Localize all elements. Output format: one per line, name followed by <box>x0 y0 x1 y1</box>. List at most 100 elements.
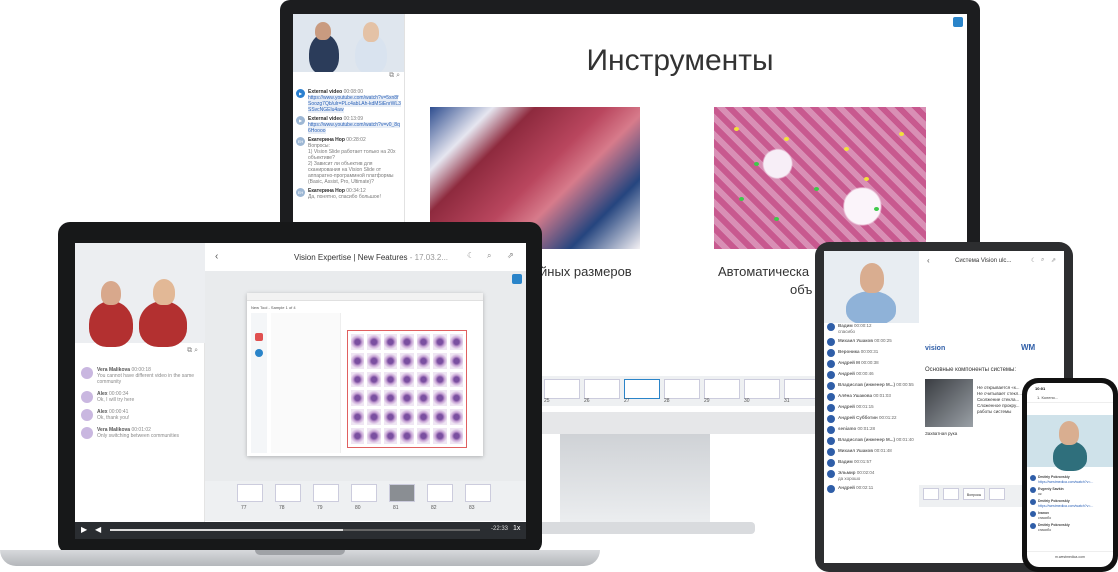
thumb-number: 80 <box>355 505 361 511</box>
browser-url-bar[interactable]: m.westmedica.com <box>1027 551 1113 561</box>
slide-thumbnail[interactable] <box>584 379 620 399</box>
slide-thumbnail[interactable] <box>351 484 377 502</box>
search-icon[interactable]: ⌕ <box>194 347 198 354</box>
volume-icon[interactable]: ◀ <box>95 525 101 534</box>
copy-icon[interactable]: ⧉ <box>389 72 394 79</box>
webinar-video[interactable] <box>293 14 404 72</box>
slide-thumbnail[interactable] <box>427 484 453 502</box>
slide-thumbnail[interactable] <box>544 379 580 399</box>
slide-title: Инструменты <box>586 44 774 77</box>
help-icon[interactable] <box>255 349 263 357</box>
chat-author: Вадим <box>838 459 853 464</box>
chat-author: Эльмир <box>838 470 856 475</box>
chat-author: Андрей <box>838 371 855 376</box>
chat-link[interactable]: https://www.youtube.com/watch?v=v0_8q6Ho… <box>308 122 400 134</box>
chat-text: Ok, I will try here <box>97 397 135 403</box>
chat-author: Ivanov <box>1038 511 1050 515</box>
thumb-number: 79 <box>317 505 323 511</box>
chat-message: Dmitriy Pokrovskiy https://westmedica.com… <box>1030 475 1110 484</box>
thumb-number: 77 <box>241 505 247 511</box>
theme-icon[interactable]: ☾ <box>1031 257 1036 264</box>
fullscreen-icon[interactable] <box>512 274 522 284</box>
chat-text: спасибо <box>838 329 856 334</box>
chat-link[interactable]: https://westmedica.com/watch?v=... <box>1038 504 1093 508</box>
slide-thumbnail[interactable] <box>923 488 939 500</box>
chat-message: ЕН Екатерина Нор 00:34:12 Да, понятно, сп… <box>296 188 401 200</box>
chat-time: 00:01:57 <box>853 459 872 464</box>
play-icon[interactable]: ▶ <box>81 525 87 534</box>
slide-cell-grid <box>347 330 467 448</box>
chat-author: Dmitriy Pokrovskiy <box>1038 499 1070 503</box>
search-icon[interactable]: ⌕ <box>1041 257 1044 264</box>
chat-link[interactable]: https://www.youtube.com/watch?v=5xn8fSoo… <box>308 95 401 113</box>
chat-message: ▶ External video 00:13:09 https://www.you… <box>296 116 401 134</box>
search-icon[interactable]: ⌕ <box>487 251 491 261</box>
chat-tools: ⧉ ⌕ <box>293 72 404 86</box>
thumb-number: 81 <box>393 505 399 511</box>
chat-author: Вадим <box>838 323 853 328</box>
copy-icon[interactable]: ⧉ <box>187 347 192 354</box>
chat-author: Владислав (инженер M...) <box>838 382 895 387</box>
user-avatar <box>81 427 93 439</box>
chat-link[interactable]: https://westmedica.com/watch?v=... <box>1038 480 1093 484</box>
webinar-video[interactable] <box>1027 415 1113 471</box>
slide-thumbnail[interactable] <box>664 379 700 399</box>
slide-thumbnail[interactable] <box>465 484 491 502</box>
chat-author: Андрей М <box>838 360 860 365</box>
webinar-video[interactable] <box>824 251 919 325</box>
slide-thumbnail[interactable] <box>744 379 780 399</box>
chat-author: Dmitriy Pokrovskiy <box>1038 523 1070 527</box>
chat-text: спасибо <box>1038 527 1052 532</box>
chat-time: 00:02:11 <box>856 485 874 490</box>
histology-image-right <box>714 107 926 249</box>
slide-heading: Основные компоненты системы: <box>925 367 1017 373</box>
back-icon[interactable]: ‹ <box>927 256 930 265</box>
slide-thumbnail[interactable]: Вопросы <box>963 488 985 500</box>
slide-thumbnail[interactable] <box>943 488 959 500</box>
video-icon: ▶ <box>296 89 305 98</box>
chat-text: спасибо <box>1038 515 1052 520</box>
slide-thumbnail[interactable] <box>237 484 263 502</box>
thumb-number: 30 <box>744 398 750 404</box>
slide-thumbnail[interactable] <box>389 484 415 502</box>
chat-author: Алёна Ушакова <box>838 393 873 398</box>
tool-icon[interactable] <box>255 333 263 341</box>
search-icon[interactable]: ⌕ <box>396 72 400 79</box>
slide-thumbnail[interactable] <box>704 379 740 399</box>
speed-button[interactable]: 1x <box>513 525 520 532</box>
chat-time: 00:28:02 <box>346 137 366 143</box>
slide-thumbnail[interactable] <box>989 488 1005 500</box>
share-icon[interactable]: ⇗ <box>1051 257 1056 264</box>
vision-logo: vision <box>925 345 946 352</box>
slide-thumbnail[interactable] <box>313 484 339 502</box>
chat-message: Evgeniy Savkin ок <box>1030 487 1110 496</box>
speaker-avatar <box>89 301 133 347</box>
theme-icon[interactable]: ☾ <box>467 251 474 260</box>
title-text: Vision Expertise | New Features <box>294 253 408 262</box>
chat-time: 00:01:15 <box>856 404 874 409</box>
chat-text: Да, понятно, спасибо большое! <box>308 194 381 200</box>
share-icon[interactable]: ⇗ <box>507 251 514 260</box>
thumb-number: 28 <box>664 398 670 404</box>
status-time: 10:01 <box>1035 386 1046 391</box>
bullet-item: работы системы <box>977 409 1012 414</box>
chat-author: seniamo <box>838 426 857 431</box>
fullscreen-icon[interactable] <box>953 17 963 27</box>
slide-thumbnail[interactable] <box>624 379 660 399</box>
chat-text: ок <box>1038 491 1042 496</box>
chat-message: Vera Malikova 00:00:18 You cannot have di… <box>81 367 198 385</box>
chat-tools: ⧉ ⌕ <box>75 343 204 359</box>
back-icon[interactable]: ‹ <box>215 251 218 262</box>
slide-thumbnail-strip: 77 78 79 80 81 82 83 <box>205 481 526 521</box>
tab-title: 1. Колено... <box>1027 393 1113 403</box>
chat-author: Андрей <box>838 404 855 409</box>
image-caption: Захватная рука <box>925 431 958 436</box>
app-settings-panel <box>271 313 341 453</box>
user-avatar <box>81 391 93 403</box>
chat-time: 00:00:38 <box>861 360 879 365</box>
slide-thumbnail[interactable] <box>275 484 301 502</box>
speaker-avatar <box>1053 441 1087 471</box>
chat-text: Ok, thank you! <box>97 415 130 421</box>
chat-text: Вопросы: 1) Vision Slide работает только… <box>308 143 396 185</box>
webinar-video[interactable] <box>75 243 205 347</box>
